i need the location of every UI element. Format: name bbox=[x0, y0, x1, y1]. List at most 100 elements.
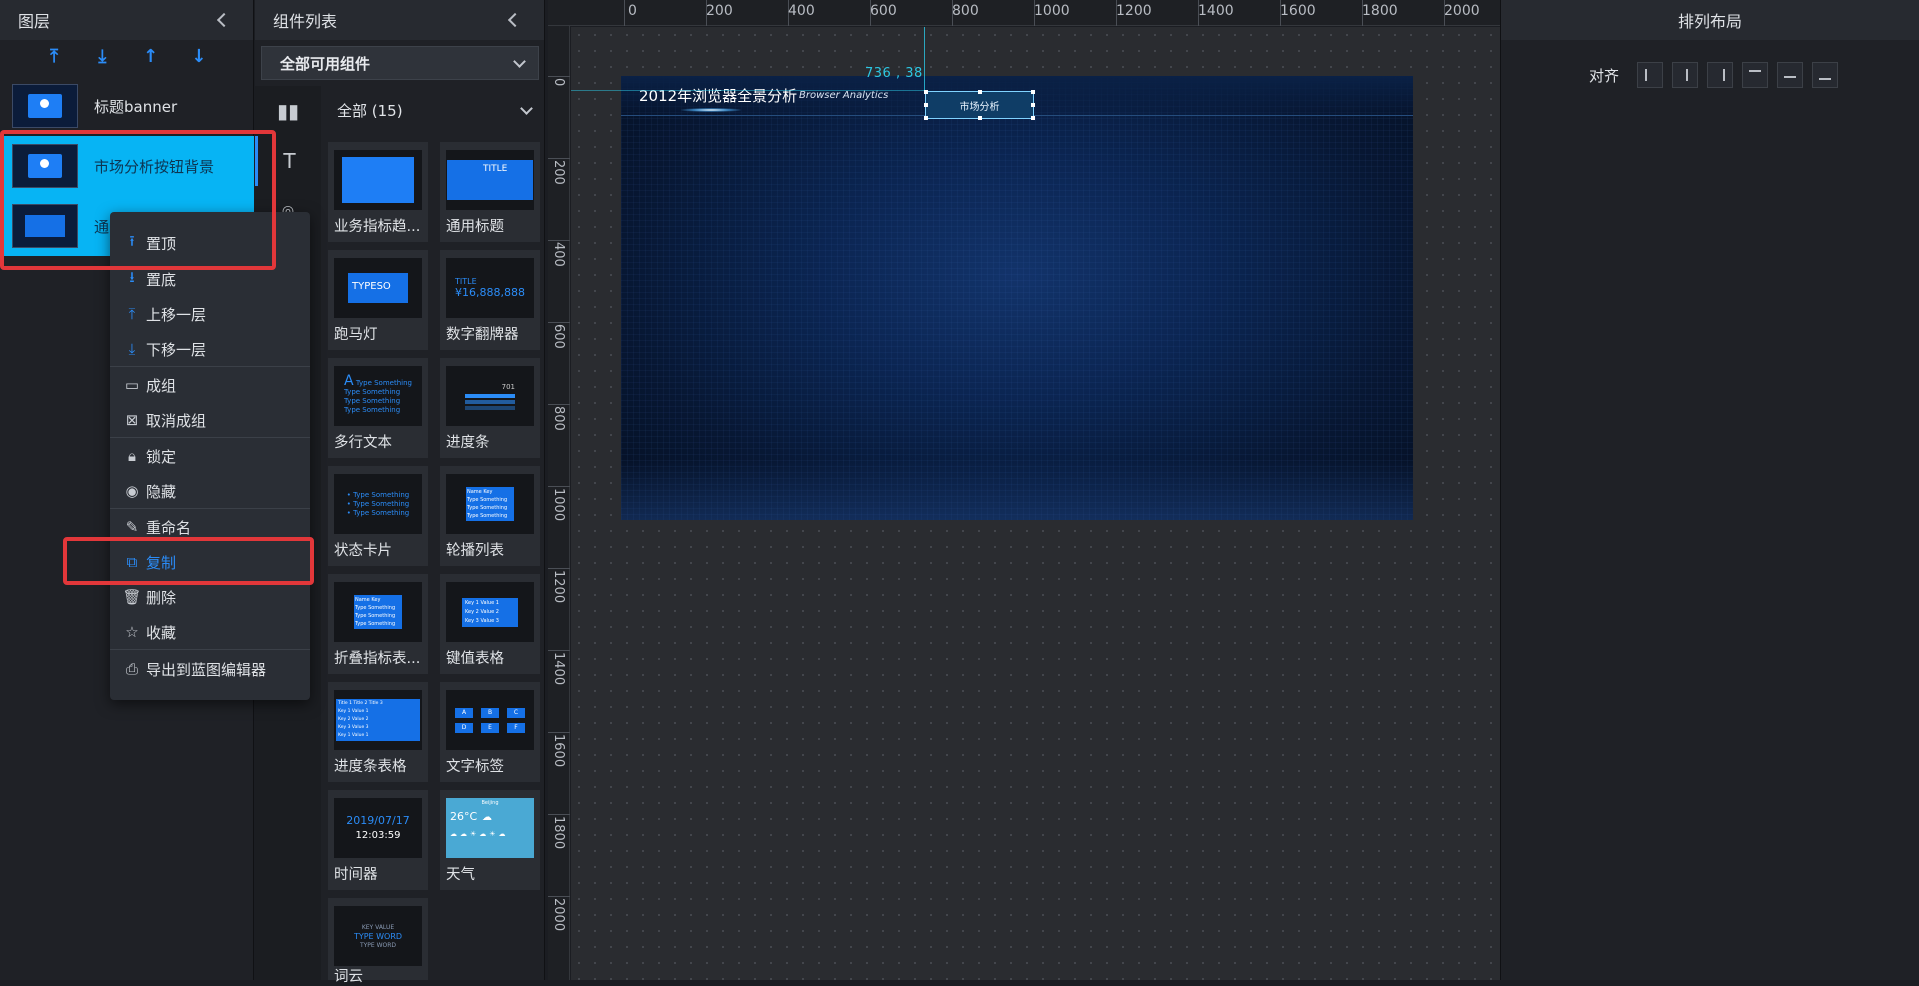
thumb-text: 2019/07/17 bbox=[346, 814, 410, 827]
component-card[interactable]: A B C D E F 文字标签 bbox=[440, 682, 540, 782]
component-card[interactable]: Beijing 26°C ☁ ☁☁☀☁☀☁ 天气 bbox=[440, 790, 540, 890]
ruler-tick bbox=[548, 814, 570, 815]
ruler-label: 400 bbox=[551, 242, 566, 267]
thumb-text: Type Something bbox=[467, 513, 508, 519]
align-left-icon[interactable] bbox=[1637, 62, 1664, 88]
dashboard-screen[interactable]: 2012年浏览器全景分析 Browser Analytics bbox=[621, 76, 1413, 520]
move-down-icon: ⤓ bbox=[128, 340, 136, 358]
thumb-text: ¥16,888,888 bbox=[455, 286, 525, 299]
component-card[interactable]: 2019/07/17 12:03:59 时间器 bbox=[328, 790, 428, 890]
card-label: 进度条表格 bbox=[334, 759, 407, 775]
guide-line-vertical bbox=[924, 27, 925, 91]
component-card[interactable]: 701 进度条 bbox=[440, 358, 540, 458]
screen-grid bbox=[621, 76, 1413, 520]
layer-item[interactable]: 标题banner bbox=[0, 76, 254, 136]
card-label: 文字标签 bbox=[446, 759, 504, 775]
card-thumbnail: TYPESO bbox=[334, 258, 422, 318]
move-bottom-icon[interactable]: ⤓ bbox=[91, 46, 113, 68]
card-thumbnail: • Type Something • Type Something • Type… bbox=[334, 474, 422, 534]
chart-icon[interactable]: ▮▮ bbox=[255, 86, 321, 136]
menu-item-ungroup[interactable]: ⊠ 取消成组 bbox=[110, 403, 310, 437]
lock-icon: 🔒︎ bbox=[128, 447, 136, 465]
component-card[interactable]: Title 1 Title 2 Title 3 Key 1 Value 1 Ke… bbox=[328, 682, 428, 782]
category-label: 全部 (15) bbox=[337, 101, 403, 120]
collapse-icon[interactable] bbox=[216, 12, 232, 28]
ruler-tick bbox=[548, 486, 570, 487]
align-top-icon[interactable] bbox=[1742, 62, 1769, 88]
tag-chip: D bbox=[455, 722, 473, 733]
thumb-text: TYPESO bbox=[352, 281, 391, 292]
selected-button-label: 市场分析 bbox=[959, 101, 1000, 113]
resize-handle[interactable] bbox=[1031, 90, 1035, 94]
menu-item-hide[interactable]: ◉ 隐藏 bbox=[110, 474, 310, 508]
collapse-icon[interactable] bbox=[507, 12, 523, 28]
ruler-label: 1600 bbox=[1280, 3, 1316, 19]
component-card[interactable]: • Type Something • Type Something • Type… bbox=[328, 466, 428, 566]
menu-item-move-down[interactable]: ⤓ 下移一层 bbox=[110, 332, 310, 366]
ruler-tick bbox=[548, 76, 570, 77]
resize-handle[interactable] bbox=[978, 116, 982, 120]
thumb-text: Type Something bbox=[344, 406, 401, 414]
menu-item-label: 重命名 bbox=[146, 518, 192, 537]
ruler-tick bbox=[548, 650, 570, 651]
thumb-text: Key 3 bbox=[338, 725, 351, 730]
menu-item-label: 下移一层 bbox=[146, 340, 207, 359]
tag-chip: F bbox=[507, 722, 525, 733]
move-top-icon[interactable]: ⤒ bbox=[43, 46, 65, 68]
menu-item-label: 取消成组 bbox=[146, 411, 207, 430]
resize-handle[interactable] bbox=[924, 103, 928, 107]
align-bottom-icon[interactable] bbox=[1812, 62, 1839, 88]
align-right-icon[interactable] bbox=[1707, 62, 1734, 88]
menu-item-delete[interactable]: 🗑︎ 删除 bbox=[110, 580, 310, 614]
align-center-h-icon[interactable] bbox=[1672, 62, 1699, 88]
component-card[interactable]: KEY VALUE TYPE WORD TYPE WORD 词云 bbox=[328, 898, 428, 985]
thumb-text: 26°C bbox=[450, 810, 478, 823]
resize-handle[interactable] bbox=[1031, 103, 1035, 107]
component-card[interactable]: TITLE 通用标题 bbox=[440, 142, 540, 242]
card-thumbnail: 2019/07/17 12:03:59 bbox=[334, 798, 422, 858]
selected-button-component[interactable]: 市场分析 bbox=[924, 90, 1035, 120]
menu-item-lock[interactable]: 🔒︎ 锁定 bbox=[110, 439, 310, 473]
move-up-icon[interactable]: ↑ bbox=[140, 46, 162, 68]
component-card[interactable]: TYPESO 跑马灯 bbox=[328, 250, 428, 350]
card-thumbnail: TITLE ¥16,888,888 bbox=[446, 258, 534, 318]
ruler-label: 600 bbox=[870, 3, 897, 19]
category-header[interactable]: 全部 (15) bbox=[321, 90, 545, 130]
thumb-text: Value 2 bbox=[480, 608, 499, 615]
component-filter-select[interactable]: 全部可用组件 bbox=[261, 46, 539, 80]
card-label: 键值表格 bbox=[446, 651, 504, 667]
resize-handle[interactable] bbox=[924, 90, 928, 94]
menu-item-favorite[interactable]: ☆ 收藏 bbox=[110, 615, 310, 649]
component-card[interactable]: 业务指标趋... bbox=[328, 142, 428, 242]
ruler-tick bbox=[548, 158, 570, 159]
component-card[interactable]: Name Key Type Something Type Something T… bbox=[328, 574, 428, 674]
menu-item-export-blueprint[interactable]: ⎙ 导出到蓝图编辑器 bbox=[110, 652, 310, 686]
component-card[interactable]: Name Key Type Something Type Something T… bbox=[440, 466, 540, 566]
resize-handle[interactable] bbox=[978, 90, 982, 94]
thumb-text: Value 1 bbox=[351, 733, 369, 738]
card-label: 业务指标趋... bbox=[334, 219, 421, 235]
menu-item-group[interactable]: ▭ 成组 bbox=[110, 368, 310, 402]
component-card[interactable]: Key 1 Value 1 Key 2 Value 2 Key 3 Value … bbox=[440, 574, 540, 674]
ruler-label: 1400 bbox=[1198, 3, 1234, 19]
component-card[interactable]: A Type Something Type Something Type Som… bbox=[328, 358, 428, 458]
cloud-icon: ☁ bbox=[481, 812, 492, 823]
ruler-top: 0 200 400 600 800 1000 1200 1400 1600 18… bbox=[548, 0, 1500, 26]
card-label: 多行文本 bbox=[334, 435, 392, 451]
menu-divider bbox=[110, 366, 310, 367]
resize-handle[interactable] bbox=[924, 116, 928, 120]
component-card[interactable]: TITLE ¥16,888,888 数字翻牌器 bbox=[440, 250, 540, 350]
thumb-text: Type Something bbox=[344, 397, 401, 405]
move-down-icon[interactable]: ↓ bbox=[188, 46, 210, 68]
menu-item-move-up[interactable]: ⤒ 上移一层 bbox=[110, 297, 310, 331]
thumb-text: Key bbox=[371, 597, 381, 603]
screen-subtitle: Browser Analytics bbox=[799, 90, 889, 101]
resize-handle[interactable] bbox=[1031, 116, 1035, 120]
star-icon: ☆ bbox=[125, 623, 139, 641]
guide-line-horizontal bbox=[571, 90, 925, 91]
menu-item-label: 隐藏 bbox=[146, 482, 177, 501]
align-middle-v-icon[interactable] bbox=[1777, 62, 1804, 88]
thumb-text: Key 1 bbox=[338, 709, 351, 714]
layer-thumbnail bbox=[12, 84, 78, 128]
thumb-text: A bbox=[344, 373, 354, 389]
